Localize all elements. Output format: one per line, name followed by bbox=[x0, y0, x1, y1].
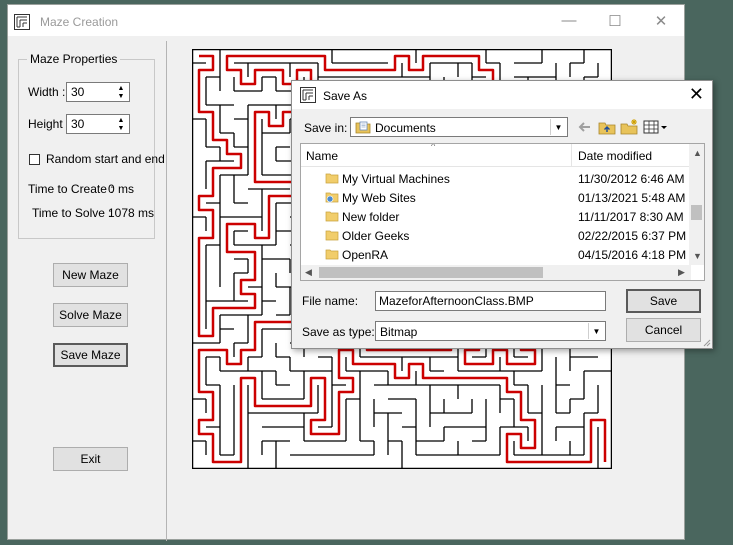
file-date: 04/15/2016 4:18 PM bbox=[578, 248, 687, 262]
file-name: My Virtual Machines bbox=[342, 172, 450, 186]
time-create-label: Time to Create : bbox=[28, 182, 114, 196]
close-button[interactable]: ✕ bbox=[638, 5, 684, 36]
group-title: Maze Properties bbox=[27, 52, 121, 66]
dialog-close-button[interactable]: ✕ bbox=[689, 85, 704, 103]
scroll-right-icon[interactable]: ▶ bbox=[678, 267, 685, 278]
width-spinner[interactable]: ▲ ▼ bbox=[66, 82, 130, 102]
list-item[interactable]: Older Geeks 02/22/2015 6:37 PM bbox=[301, 226, 691, 245]
scroll-left-icon[interactable]: ◀ bbox=[305, 267, 312, 278]
scrollbar-thumb[interactable] bbox=[319, 267, 543, 278]
sort-up-icon: ^ bbox=[431, 143, 436, 151]
panel-divider bbox=[166, 41, 167, 541]
file-name: New folder bbox=[342, 210, 400, 224]
spin-up-icon[interactable]: ▲ bbox=[114, 84, 128, 92]
save-in-label: Save in: bbox=[304, 121, 348, 135]
random-label: Random start and end bbox=[46, 152, 165, 166]
list-item[interactable]: My Web Sites 01/13/2021 5:48 AM bbox=[301, 188, 691, 207]
solve-maze-button[interactable]: Solve Maze bbox=[53, 303, 128, 327]
save-as-dialog: Save As ✕ Save in: Documents ▼ Name Date… bbox=[291, 80, 713, 349]
folder-icon bbox=[325, 249, 339, 260]
width-label: Width : bbox=[28, 85, 66, 99]
back-arrow-icon[interactable] bbox=[575, 118, 595, 136]
folder-icon bbox=[325, 173, 339, 184]
save-in-value: Documents bbox=[375, 121, 436, 135]
list-header: Name Date modified ^ bbox=[301, 144, 691, 167]
spin-up-icon[interactable]: ▲ bbox=[114, 116, 128, 124]
spin-down-icon[interactable]: ▼ bbox=[114, 124, 128, 132]
dialog-title: Save As bbox=[323, 89, 368, 103]
save-maze-button[interactable]: Save Maze bbox=[53, 343, 128, 367]
time-solve-value: 1078 ms bbox=[108, 206, 155, 220]
resize-grip-icon[interactable] bbox=[701, 337, 711, 347]
scrollbar-thumb[interactable] bbox=[691, 205, 702, 220]
horizontal-scrollbar[interactable]: ◀ ▶ bbox=[301, 265, 691, 280]
minimize-button[interactable]: — bbox=[546, 5, 592, 36]
file-date: 11/11/2017 8:30 AM bbox=[578, 210, 684, 224]
exit-button[interactable]: Exit bbox=[53, 447, 128, 471]
maximize-button[interactable]: ☐ bbox=[592, 5, 638, 36]
file-date: 01/13/2021 5:48 AM bbox=[578, 191, 686, 205]
dialog-title-bar[interactable]: Save As ✕ bbox=[292, 81, 712, 109]
folder-icon bbox=[325, 230, 339, 241]
scroll-down-icon[interactable]: ▼ bbox=[693, 251, 702, 261]
view-menu-icon[interactable] bbox=[642, 118, 670, 136]
web-folder-icon bbox=[325, 192, 339, 203]
column-name[interactable]: Name bbox=[306, 149, 338, 163]
file-name: My Web Sites bbox=[342, 191, 416, 205]
chevron-down-icon[interactable]: ▼ bbox=[588, 323, 604, 339]
new-folder-icon[interactable] bbox=[619, 118, 639, 136]
save-in-combo[interactable]: Documents ▼ bbox=[350, 117, 568, 137]
height-input[interactable] bbox=[67, 115, 115, 133]
width-input[interactable] bbox=[67, 83, 115, 101]
file-name: OpenRA bbox=[342, 248, 389, 262]
file-list[interactable]: Name Date modified ^ My Virtual Machines… bbox=[300, 143, 705, 281]
cancel-button[interactable]: Cancel bbox=[626, 318, 701, 342]
file-name: Older Geeks bbox=[342, 229, 410, 243]
vertical-scrollbar[interactable]: ▲ ▼ bbox=[689, 144, 704, 265]
time-solve-label: Time to Solve : bbox=[32, 206, 112, 220]
list-item[interactable]: New folder 11/11/2017 8:30 AM bbox=[301, 207, 691, 226]
window-title: Maze Creation bbox=[40, 15, 119, 29]
chevron-down-icon[interactable]: ▼ bbox=[550, 119, 566, 135]
title-bar[interactable]: Maze Creation — ☐ ✕ bbox=[8, 5, 684, 36]
up-folder-icon[interactable] bbox=[597, 118, 617, 136]
list-item[interactable]: OpenRA 04/15/2016 4:18 PM bbox=[301, 245, 691, 264]
folder-icon bbox=[325, 211, 339, 222]
maze-app-icon bbox=[14, 14, 30, 30]
new-maze-button[interactable]: New Maze bbox=[53, 263, 128, 287]
random-checkbox[interactable] bbox=[29, 154, 40, 165]
save-button[interactable]: Save bbox=[626, 289, 701, 313]
maze-app-icon bbox=[300, 87, 316, 103]
save-type-combo[interactable]: Bitmap ▼ bbox=[375, 321, 606, 341]
documents-icon bbox=[355, 121, 371, 134]
file-date: 11/30/2012 6:46 AM bbox=[578, 172, 685, 186]
column-separator bbox=[571, 144, 572, 166]
time-create-value: 0 ms bbox=[108, 182, 135, 196]
column-date-modified[interactable]: Date modified bbox=[578, 149, 652, 163]
file-name-input[interactable] bbox=[375, 291, 606, 311]
save-type-label: Save as type: bbox=[302, 325, 375, 339]
save-type-value: Bitmap bbox=[380, 325, 418, 339]
list-item[interactable]: My Virtual Machines 11/30/2012 6:46 AM bbox=[301, 169, 691, 188]
height-spinner[interactable]: ▲ ▼ bbox=[66, 114, 130, 134]
file-name-label: File name: bbox=[302, 294, 359, 308]
file-date: 02/22/2015 6:37 PM bbox=[578, 229, 687, 243]
height-label: Height : bbox=[28, 117, 70, 131]
spin-down-icon[interactable]: ▼ bbox=[114, 92, 128, 100]
scroll-up-icon[interactable]: ▲ bbox=[693, 148, 702, 158]
